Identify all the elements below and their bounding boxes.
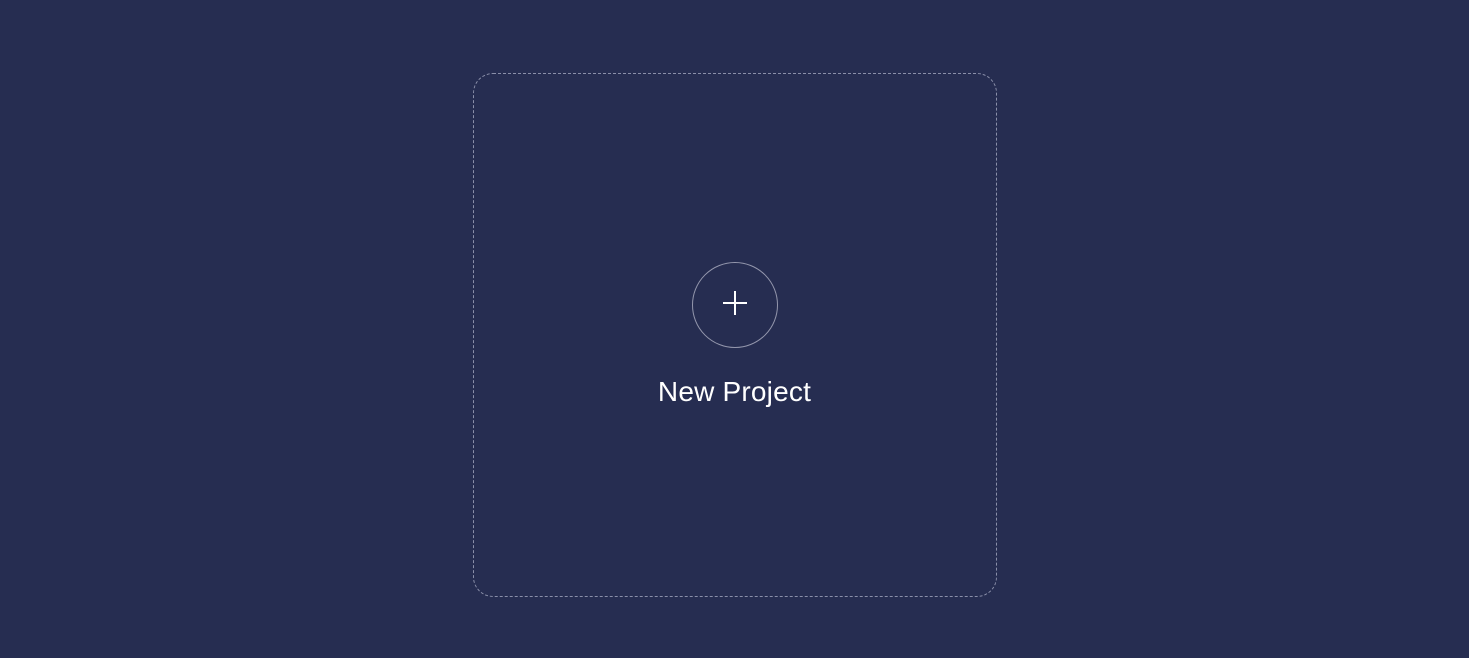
new-project-label: New Project bbox=[658, 376, 811, 408]
plus-circle bbox=[692, 262, 778, 348]
new-project-card[interactable]: New Project bbox=[473, 73, 997, 597]
plus-icon bbox=[722, 290, 748, 321]
